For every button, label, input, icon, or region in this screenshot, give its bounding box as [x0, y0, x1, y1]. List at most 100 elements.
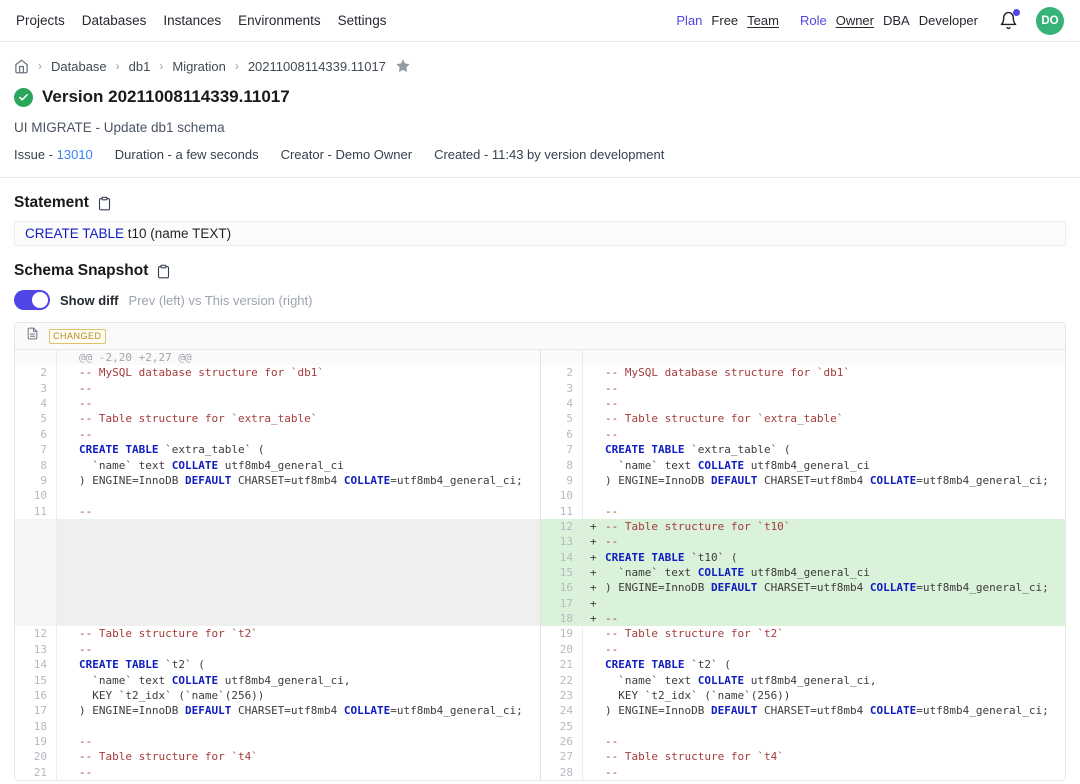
- diff-added-line: 12+-- Table structure for `t10`: [541, 519, 1065, 534]
- plan-option-team[interactable]: Team: [747, 13, 779, 28]
- plan-option-free[interactable]: Free: [711, 13, 738, 28]
- breadcrumb-item-db1[interactable]: db1: [129, 59, 151, 74]
- meta-creator: Creator - Demo Owner: [281, 147, 412, 162]
- diff-added-line: 16+) ENGINE=InnoDB DEFAULT CHARSET=utf8m…: [541, 580, 1065, 595]
- diff-added-line: 17+: [541, 596, 1065, 611]
- diff-added-line: 15+ `name` text COLLATE utf8mb4_general_…: [541, 565, 1065, 580]
- diff-added-line: 18+--: [541, 611, 1065, 626]
- nav-item-projects[interactable]: Projects: [16, 13, 65, 28]
- role-option-owner[interactable]: Owner: [836, 13, 874, 28]
- nav-right-group: Plan Free Team Role Owner DBA Developer …: [676, 7, 1064, 35]
- changed-status-badge: CHANGED: [49, 329, 106, 344]
- notifications-bell-icon[interactable]: [999, 11, 1019, 31]
- diff-context-line: 2-- MySQL database structure for `db1`: [15, 365, 540, 380]
- file-icon: [26, 326, 39, 346]
- diff-context-line: 18: [15, 719, 540, 734]
- diff-context-line: 26--: [541, 734, 1065, 749]
- diff-context-line: 11--: [15, 504, 540, 519]
- show-diff-label: Show diff: [60, 293, 119, 308]
- nav-item-settings[interactable]: Settings: [338, 13, 387, 28]
- diff-context-line: 10: [541, 488, 1065, 503]
- diff-context-line: 8 `name` text COLLATE utf8mb4_general_ci: [541, 458, 1065, 473]
- success-check-icon: [14, 88, 33, 107]
- diff-context-line: 9) ENGINE=InnoDB DEFAULT CHARSET=utf8mb4…: [15, 473, 540, 488]
- diff-added-line: 13+--: [541, 534, 1065, 549]
- star-icon[interactable]: [395, 58, 411, 74]
- diff-context-line: 20--: [541, 642, 1065, 657]
- diff-context-line: 7CREATE TABLE `extra_table` (: [15, 442, 540, 457]
- diff-context-line: 5-- Table structure for `extra_table`: [541, 411, 1065, 426]
- avatar[interactable]: DO: [1036, 7, 1064, 35]
- breadcrumb-separator: ›: [38, 59, 42, 73]
- breadcrumb-item-migration[interactable]: Migration: [172, 59, 225, 74]
- breadcrumb-item-version[interactable]: 20211008114339.11017: [248, 59, 386, 74]
- breadcrumb: › Database › db1 › Migration › 202110081…: [14, 58, 1066, 74]
- main-nav-links: Projects Databases Instances Environment…: [16, 13, 386, 28]
- diff-context-line: 6--: [541, 427, 1065, 442]
- schema-snapshot-heading: Schema Snapshot: [14, 262, 148, 280]
- nav-item-databases[interactable]: Databases: [82, 13, 147, 28]
- role-option-dba[interactable]: DBA: [883, 13, 910, 28]
- toggle-knob: [32, 292, 48, 308]
- diff-context-line: 13--: [15, 642, 540, 657]
- diff-context-line: 25: [541, 719, 1065, 734]
- diff-context-line: 3--: [15, 381, 540, 396]
- statement-heading-row: Statement: [14, 194, 1066, 212]
- notification-dot: [1013, 9, 1020, 16]
- migration-subtitle: UI MIGRATE - Update db1 schema: [14, 120, 1066, 135]
- statement-heading: Statement: [14, 194, 89, 212]
- show-diff-row: Show diff Prev (left) vs This version (r…: [14, 290, 1066, 310]
- issue-label: Issue -: [14, 147, 53, 162]
- diff-context-line: 21CREATE TABLE `t2` (: [541, 657, 1065, 672]
- diff-gap-block: [15, 519, 540, 627]
- schema-diff-viewer[interactable]: CHANGED @@ -2,20 +2,27 @@2-- MySQL datab…: [14, 322, 1066, 781]
- role-label: Role: [800, 13, 827, 28]
- breadcrumb-separator: ›: [235, 59, 239, 73]
- copy-statement-button[interactable]: [97, 196, 112, 211]
- diff-added-line: 14+CREATE TABLE `t10` (: [541, 550, 1065, 565]
- diff-pane-current: 2-- MySQL database structure for `db1`3-…: [540, 350, 1065, 780]
- diff-hunk-header: @@ -2,20 +2,27 @@: [15, 350, 540, 365]
- section-divider: [0, 177, 1080, 178]
- role-option-developer[interactable]: Developer: [919, 13, 978, 28]
- meta-created: Created - 11:43 by version development: [434, 147, 664, 162]
- breadcrumb-separator: ›: [116, 59, 120, 73]
- page-content: › Database › db1 › Migration › 202110081…: [0, 58, 1080, 784]
- diff-context-line: 14CREATE TABLE `t2` (: [15, 657, 540, 672]
- diff-context-line: 19--: [15, 734, 540, 749]
- diff-context-line: 28--: [541, 765, 1065, 780]
- diff-context-line: 2-- MySQL database structure for `db1`: [541, 365, 1065, 380]
- home-icon[interactable]: [14, 59, 29, 74]
- breadcrumb-item-database[interactable]: Database: [51, 59, 107, 74]
- diff-context-line: 7CREATE TABLE `extra_table` (: [541, 442, 1065, 457]
- diff-pane-previous: @@ -2,20 +2,27 @@2-- MySQL database stru…: [15, 350, 540, 780]
- breadcrumb-separator: ›: [159, 59, 163, 73]
- show-diff-toggle[interactable]: [14, 290, 50, 310]
- diff-context-line: 20-- Table structure for `t4`: [15, 749, 540, 764]
- diff-hunk-header: [541, 350, 1065, 365]
- diff-context-line: 16 KEY `t2_idx` (`name`(256)): [15, 688, 540, 703]
- nav-item-environments[interactable]: Environments: [238, 13, 321, 28]
- diff-context-line: 4--: [15, 396, 540, 411]
- diff-context-line: 4--: [541, 396, 1065, 411]
- diff-split-view: @@ -2,20 +2,27 @@2-- MySQL database stru…: [15, 350, 1065, 780]
- diff-context-line: 21--: [15, 765, 540, 780]
- top-nav: Projects Databases Instances Environment…: [0, 0, 1080, 42]
- page-title: Version 20211008114339.11017: [42, 87, 290, 107]
- diff-context-line: 22 `name` text COLLATE utf8mb4_general_c…: [541, 673, 1065, 688]
- meta-issue: Issue - 13010: [14, 147, 93, 162]
- issue-link[interactable]: 13010: [57, 147, 93, 162]
- diff-context-line: 17) ENGINE=InnoDB DEFAULT CHARSET=utf8mb…: [15, 703, 540, 718]
- meta-duration: Duration - a few seconds: [115, 147, 259, 162]
- diff-context-line: 23 KEY `t2_idx` (`name`(256)): [541, 688, 1065, 703]
- statement-sql[interactable]: CREATE TABLE t10 (name TEXT): [14, 221, 1066, 246]
- diff-context-line: 24) ENGINE=InnoDB DEFAULT CHARSET=utf8mb…: [541, 703, 1065, 718]
- diff-context-line: 15 `name` text COLLATE utf8mb4_general_c…: [15, 673, 540, 688]
- diff-context-line: 11--: [541, 504, 1065, 519]
- copy-snapshot-button[interactable]: [156, 264, 171, 279]
- version-title-row: Version 20211008114339.11017: [14, 87, 1066, 107]
- diff-context-line: 8 `name` text COLLATE utf8mb4_general_ci: [15, 458, 540, 473]
- nav-item-instances[interactable]: Instances: [163, 13, 221, 28]
- diff-context-line: 12-- Table structure for `t2`: [15, 626, 540, 641]
- diff-context-line: 3--: [541, 381, 1065, 396]
